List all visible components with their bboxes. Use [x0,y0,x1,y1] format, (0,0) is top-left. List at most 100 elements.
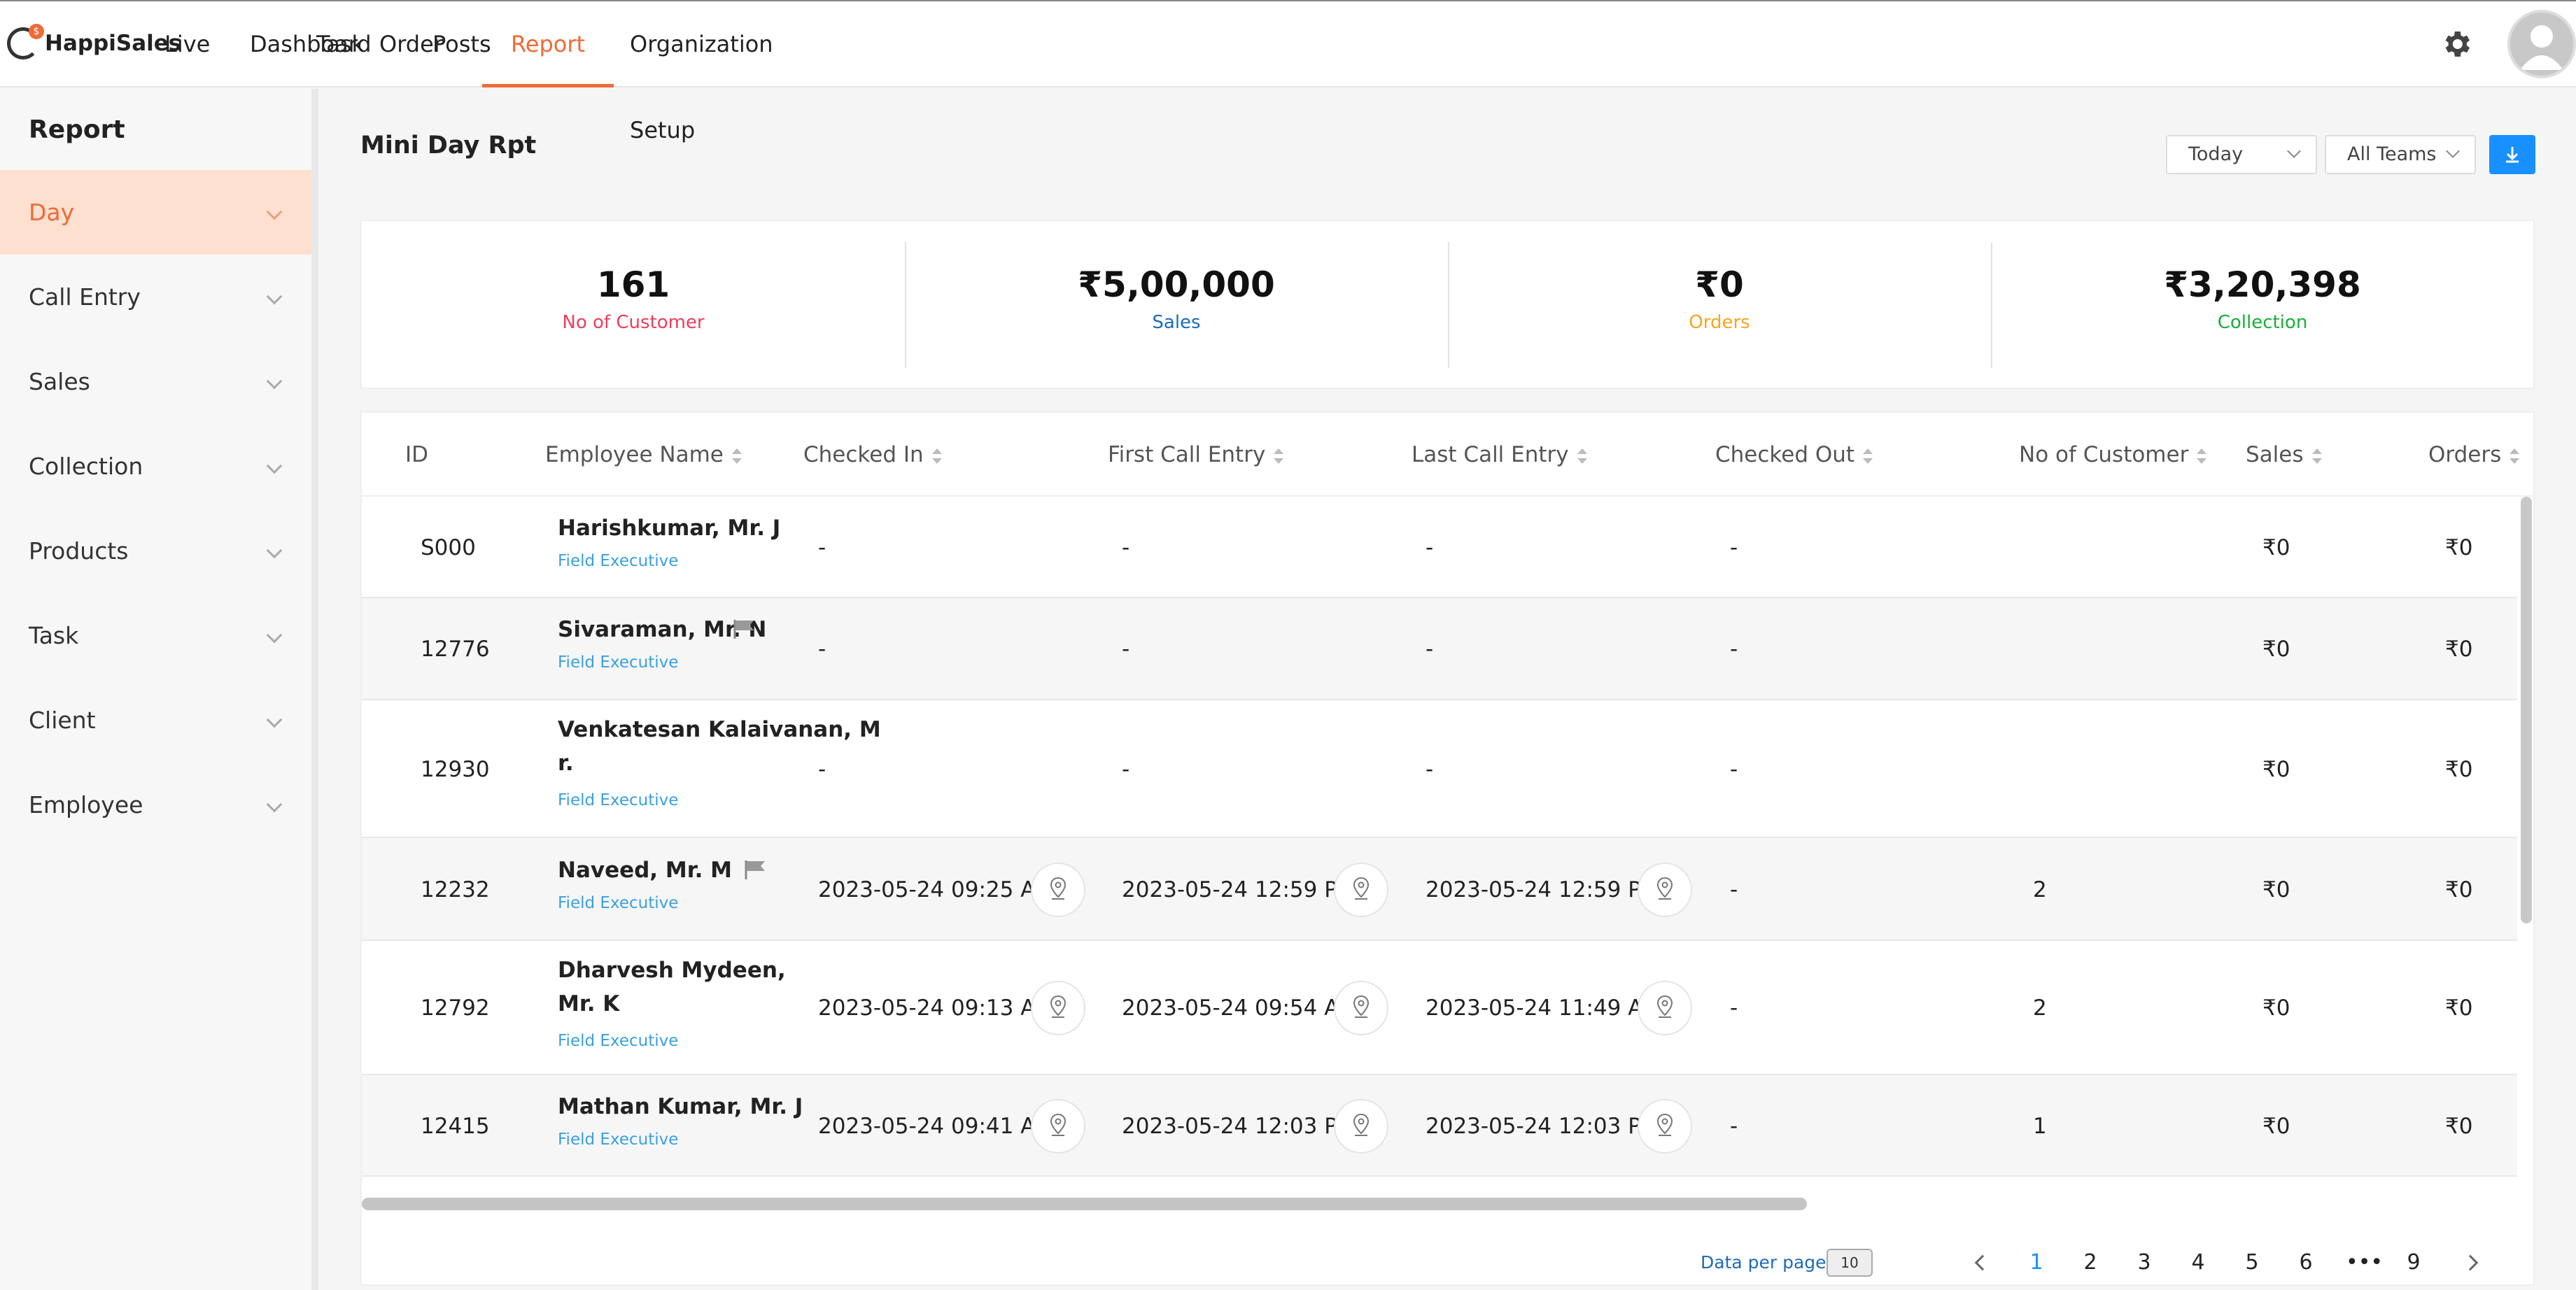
sidebar-item-products[interactable]: Products [0,509,311,593]
orders-amount: ₹0 [2445,637,2473,662]
table-row[interactable]: 12232 Naveed, Mr. M Field Executive 2023-05… [362,838,2517,941]
column-header-no-of-customer[interactable]: No of Customer [2019,413,2207,497]
page-ellipsis[interactable]: ••• [2346,1249,2383,1277]
logo-icon: $ [7,24,44,59]
page-button-2[interactable]: 2 [2076,1249,2104,1277]
first-call-time: 2023-05-24 12:59 PM [1122,877,1356,902]
page-button-5[interactable]: 5 [2238,1249,2266,1277]
column-header-checked-in[interactable]: Checked In [803,413,942,497]
employee-name-cont: r. [558,751,574,776]
column-header-orders[interactable]: Orders [2428,413,2520,497]
location-pin-button[interactable] [1638,981,1692,1035]
sales-amount: ₹0 [2262,637,2290,662]
page-button-4[interactable]: 4 [2184,1249,2212,1277]
checked-out-time: - [1730,877,1738,902]
chevron-down-icon [266,288,283,305]
table-row[interactable]: 12930 Venkatesan Kalaivanan, M r. Field Exe… [362,700,2517,838]
location-pin-button[interactable] [1638,1099,1692,1154]
column-header-employee-name[interactable]: Employee Name [545,413,742,497]
employee-id: 12415 [421,1114,490,1139]
checked-in-time: - [818,535,826,560]
page-size-select[interactable]: 10 [1827,1249,1873,1277]
location-pin-button[interactable] [1638,863,1692,917]
page-button-1[interactable]: 1 [2022,1249,2050,1277]
flag-icon[interactable] [744,859,768,880]
user-icon [2520,25,2563,70]
table-row[interactable]: 12415 Mathan Kumar, Mr. J Field Executive 2… [362,1075,2517,1177]
sort-icon[interactable] [2510,448,2520,464]
page-button-9[interactable]: 9 [2400,1249,2428,1277]
location-pin-button[interactable] [1031,1099,1085,1154]
location-pin-button[interactable] [1334,1099,1388,1154]
sidebar-item-collection[interactable]: Collection [0,424,311,509]
location-pin-button[interactable] [1031,981,1085,1035]
sidebar-item-call-entry[interactable]: Call Entry [0,255,311,339]
period-select[interactable]: Today [2166,135,2317,174]
sidebar-item-label: Call Entry [29,283,141,311]
table-row[interactable]: 12792 Dharvesh Mydeen, Mr. K Field Executiv… [362,941,2517,1075]
sidebar-item-label: Day [29,199,75,226]
nav-item-organization-setup[interactable]: Organization Setup [630,1,773,143]
kpi-divider [1991,242,1992,368]
user-avatar[interactable] [2507,10,2576,78]
page-button-6[interactable]: 6 [2292,1249,2320,1277]
last-call-time: - [1426,535,1434,560]
employee-role: Field Executive [558,1032,679,1050]
sort-icon[interactable] [2311,448,2322,464]
report-table: ID Employee Name Checked In First Call Entr… [360,411,2535,1286]
sidebar-item-task[interactable]: Task [0,593,311,678]
table-row[interactable]: S000 Harishkumar, Mr. J Field Executive - - -… [362,497,2517,598]
column-header-label: ID [405,442,429,467]
sidebar-item-employee[interactable]: Employee [0,763,311,847]
sales-amount: ₹0 [2262,757,2290,782]
sidebar-item-sales[interactable]: Sales [0,339,311,424]
sort-icon[interactable] [1577,448,1587,464]
kpi-value: ₹5,00,000 [1078,264,1275,305]
first-call-time: - [1122,757,1130,782]
flag-icon[interactable] [733,618,756,639]
data-per-page-label: Data per page [1701,1252,1827,1273]
sales-amount: ₹0 [2262,995,2290,1021]
sort-icon[interactable] [931,448,942,464]
top-nav-bar: $ HappiSales Live TrackingDashboardTaskO… [0,0,2576,143]
team-select[interactable]: All Teams [2325,135,2476,174]
sort-icon[interactable] [2197,448,2207,464]
employee-name: Mathan Kumar, Mr. J [558,1093,803,1119]
location-pin-button[interactable] [1334,981,1388,1035]
location-pin-button[interactable] [1031,863,1085,917]
table-row[interactable]: 12776 Sivaraman, Mr. N Field Executive - - - -… [362,598,2517,700]
checked-out-time: - [1730,637,1738,662]
sidebar: Report Day Call Entry Sales Collection Produ… [0,89,318,1290]
column-header-last-call-entry[interactable]: Last Call Entry [1412,413,1587,497]
sidebar-item-label: Client [29,707,96,734]
brand-logo[interactable]: $ HappiSales [7,22,181,64]
map-pin-icon [1050,995,1067,1018]
column-header-checked-out[interactable]: Checked Out [1715,413,1873,497]
sort-icon[interactable] [1863,448,1873,464]
chevron-down-icon [266,796,283,813]
location-pin-button[interactable] [1334,863,1388,917]
chevron-down-icon [266,373,283,390]
sort-icon[interactable] [731,448,742,464]
nav-item-task[interactable]: Task [316,1,365,87]
gear-icon[interactable] [2440,27,2473,61]
checked-out-time: - [1730,535,1738,560]
nav-item-report[interactable]: Report [482,1,614,87]
horizontal-scrollbar-track [362,1198,2533,1212]
vertical-scrollbar[interactable] [2521,497,2532,923]
column-header-sales[interactable]: Sales [2246,413,2322,497]
nav-item-live-tracking[interactable]: Live Tracking [164,1,258,143]
chevron-down-icon [2446,144,2460,158]
chevron-down-icon [266,542,283,559]
first-call-time: 2023-05-24 09:54 AM [1122,995,1358,1021]
column-header-first-call-entry[interactable]: First Call Entry [1108,413,1284,497]
download-button[interactable] [2489,135,2535,174]
sidebar-item-client[interactable]: Client [0,678,311,763]
kpi-collection: ₹3,20,398 Collection [1991,221,2534,390]
map-pin-icon [1656,1113,1673,1136]
sidebar-item-day[interactable]: Day [0,170,311,255]
horizontal-scrollbar[interactable] [362,1198,1807,1210]
sort-icon[interactable] [1274,448,1284,464]
page-button-3[interactable]: 3 [2130,1249,2158,1277]
first-call-time: 2023-05-24 12:03 PM [1122,1114,1356,1139]
